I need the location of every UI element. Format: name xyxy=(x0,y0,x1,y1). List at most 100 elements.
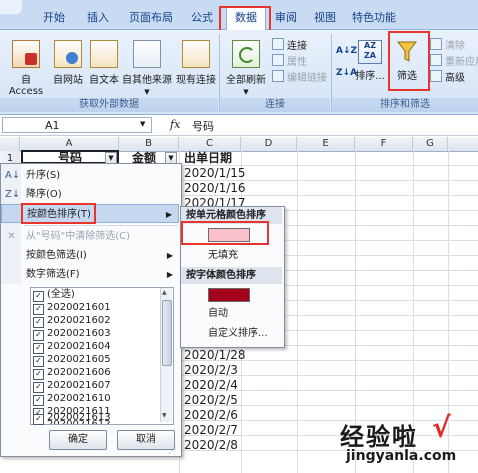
checkbox[interactable]: ✓ xyxy=(33,414,44,425)
tab-insert[interactable]: 插入 xyxy=(78,7,118,28)
scroll-thumb[interactable] xyxy=(162,300,172,366)
tab-view[interactable]: 视图 xyxy=(307,7,343,28)
group-label-connections: 连接 xyxy=(220,98,330,112)
dropdown-arrow-icon: ▼ xyxy=(243,88,249,96)
properties-button[interactable]: 属性 xyxy=(272,54,307,68)
date-cell[interactable]: 2020/2/4 xyxy=(184,378,238,393)
name-box-dropdown-icon[interactable]: ▼ xyxy=(140,120,145,128)
refresh-icon xyxy=(232,40,260,68)
list-item[interactable]: ✓ 2020021607 xyxy=(31,379,173,393)
from-web-button[interactable]: 自网站 xyxy=(51,40,85,86)
column-header-b[interactable]: B xyxy=(119,137,179,151)
date-cell[interactable]: 2020/2/7 xyxy=(184,423,238,438)
web-icon xyxy=(54,40,82,68)
list-item[interactable]: ✓ 2020021606 xyxy=(31,366,173,380)
advanced-icon xyxy=(430,70,442,82)
from-access-button[interactable]: 自 Access xyxy=(3,40,49,97)
formula-input[interactable]: 号码 xyxy=(192,118,214,134)
from-other-sources-button[interactable]: 自其他来源 ▼ xyxy=(122,40,172,97)
office-button[interactable] xyxy=(0,0,22,14)
dropdown-arrow-icon: ▼ xyxy=(108,154,114,162)
ok-button[interactable]: 确定 xyxy=(49,430,107,450)
list-item[interactable]: ✓ 2020021610 xyxy=(31,392,173,406)
scroll-down-icon[interactable]: ▼ xyxy=(162,412,167,419)
header-cell-date[interactable]: 出单日期 xyxy=(184,151,240,166)
clear-filter-button[interactable]: 清除 xyxy=(430,38,465,52)
group-label-external-data: 获取外部数据 xyxy=(0,98,218,112)
submenu-arrow-icon: ▶ xyxy=(166,270,173,279)
sort-icon: AZ ZA xyxy=(358,40,382,64)
list-item[interactable]: ✓ (全选) xyxy=(31,288,173,302)
menu-separator xyxy=(24,225,178,226)
menu-clear-filter[interactable]: ✕ 从"号码"中清除筛选(C) xyxy=(1,227,179,246)
list-item[interactable]: ✓ 2020021613 xyxy=(33,411,111,425)
tab-special[interactable]: 特色功能 xyxy=(346,7,402,28)
scroll-up-icon[interactable]: ▲ xyxy=(162,289,167,296)
refresh-all-button[interactable]: 全部刷新 ▼ xyxy=(223,40,269,97)
tab-page-layout[interactable]: 页面布局 xyxy=(122,7,180,28)
sort-ascending-icon: A↓ xyxy=(5,170,21,181)
date-cell[interactable]: 2020/2/3 xyxy=(184,363,238,378)
date-cell[interactable]: 2020/1/28 xyxy=(184,348,246,363)
advanced-filter-button[interactable]: 高级 xyxy=(430,70,465,84)
sort-button[interactable]: AZ ZA 排序... xyxy=(355,40,385,82)
menu-number-filters[interactable]: 数字筛选(F) ▶ xyxy=(1,265,179,284)
submenu-auto[interactable]: 自动 xyxy=(181,305,282,322)
text-file-icon xyxy=(90,40,118,68)
existing-connections-button[interactable]: 现有连接 xyxy=(175,40,217,86)
list-item[interactable]: ✓ 2020021604 xyxy=(31,340,173,354)
link-icon xyxy=(272,38,284,50)
submenu-arrow-icon: ▶ xyxy=(166,251,173,260)
submenu-font-color-option[interactable] xyxy=(181,285,282,303)
list-item[interactable]: ✓ 2020021603 xyxy=(31,327,173,341)
menu-filter-by-color[interactable]: 按颜色筛选(I) ▶ xyxy=(1,246,179,265)
watermark-check-icon: √ xyxy=(432,411,451,444)
edit-links-button[interactable]: 编辑链接 xyxy=(272,70,327,84)
sort-ascending-button[interactable]: A↓Z xyxy=(336,44,357,58)
tab-formulas[interactable]: 公式 xyxy=(182,7,222,28)
column-header-d[interactable]: D xyxy=(241,137,297,151)
list-scrollbar[interactable]: ▲ ▼ xyxy=(160,288,172,422)
sort-descending-icon: Z↓ xyxy=(5,189,21,200)
list-item[interactable]: ✓ 2020021601 xyxy=(31,301,173,315)
submenu-no-fill[interactable]: 无填充 xyxy=(181,247,282,264)
date-cell[interactable]: 2020/1/16 xyxy=(184,181,246,196)
resize-grip-icon[interactable]: ⋰ xyxy=(168,446,176,455)
gridline xyxy=(297,151,298,473)
sort-descending-button[interactable]: Z↓A xyxy=(336,66,357,80)
from-text-button[interactable]: 自文本 xyxy=(87,40,121,86)
column-header-a[interactable]: A xyxy=(20,137,119,151)
value-checklist[interactable]: ✓ (全选) ✓ 2020021601 ✓ 2020021602 ✓ 202002160… xyxy=(30,287,174,425)
cancel-button[interactable]: 取消 xyxy=(117,430,175,450)
submenu-custom-sort[interactable]: 自定义排序... xyxy=(181,325,282,342)
tab-home[interactable]: 开始 xyxy=(34,7,74,28)
column-header-c[interactable]: C xyxy=(179,137,241,151)
watermark-url: jingyanla.com xyxy=(346,448,457,464)
reapply-button[interactable]: 重新应用 xyxy=(430,54,478,68)
insert-function-button[interactable]: fx xyxy=(170,118,180,131)
column-header-g[interactable]: G xyxy=(413,137,448,151)
name-box[interactable]: A1 xyxy=(2,117,152,133)
font-color-swatch xyxy=(208,288,250,302)
watermark-logo-text: 经验啦 xyxy=(340,423,418,451)
dropdown-arrow-icon: ▼ xyxy=(144,88,150,96)
column-header-f[interactable]: F xyxy=(355,137,413,151)
date-cell[interactable]: 2020/2/5 xyxy=(184,393,238,408)
tab-review[interactable]: 审阅 xyxy=(268,7,304,28)
connections-button[interactable]: 连接 xyxy=(272,38,307,52)
date-cell[interactable]: 2020/2/6 xyxy=(184,408,238,423)
column-header-e[interactable]: E xyxy=(297,137,355,151)
menu-sort-descending[interactable]: Z↓ 降序(O) xyxy=(1,185,179,204)
submenu-arrow-icon: ▶ xyxy=(165,210,172,219)
list-item[interactable]: ✓ 2020021605 xyxy=(31,353,173,367)
menu-sort-ascending[interactable]: A↓ 升序(S) xyxy=(1,166,179,185)
clear-icon xyxy=(430,38,442,50)
date-cell[interactable]: 2020/2/8 xyxy=(184,438,238,453)
other-sources-icon xyxy=(133,40,161,68)
dropdown-arrow-icon: ▼ xyxy=(168,154,174,162)
filter-button-highlight xyxy=(388,31,430,91)
reapply-icon xyxy=(430,54,442,66)
list-item[interactable]: ✓ 2020021602 xyxy=(31,314,173,328)
select-all-corner[interactable] xyxy=(0,137,20,151)
date-cell[interactable]: 2020/1/15 xyxy=(184,166,246,181)
